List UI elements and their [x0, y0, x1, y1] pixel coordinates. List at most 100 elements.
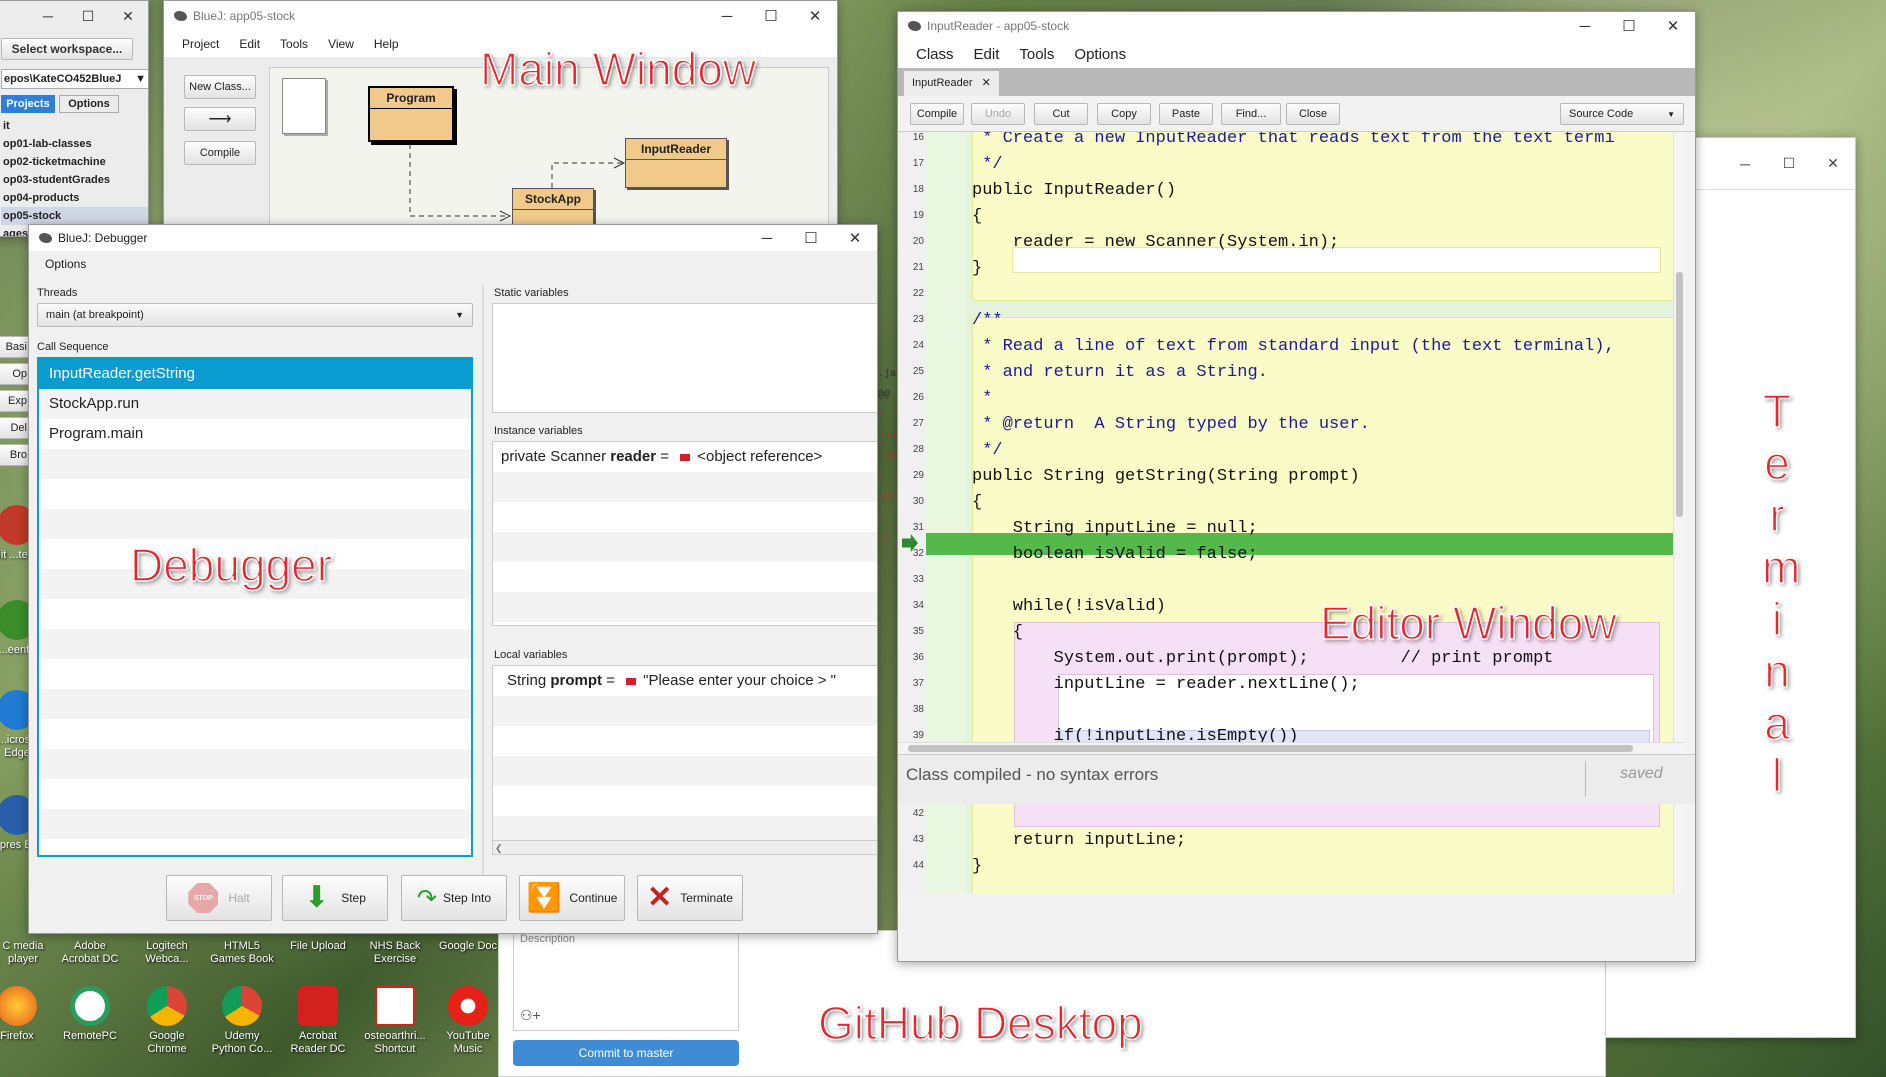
horizontal-scrollbar[interactable]: ❮ ❯ — [493, 840, 877, 854]
code-line: * — [972, 389, 993, 408]
add-coauthor-icon[interactable]: ⚇+ — [520, 1007, 541, 1024]
view-select[interactable]: Source Code ▼ — [1560, 103, 1684, 125]
desktop-icon-html5-book[interactable]: HTML5 Games Book — [209, 940, 275, 966]
desktop-icon-google-doc[interactable]: Google Doc — [435, 940, 501, 953]
panel-divider[interactable] — [482, 285, 484, 885]
desktop-icon-firefox[interactable]: Firefox — [0, 986, 50, 1043]
desktop-icon-nhs[interactable]: NHS Back Exercise — [362, 940, 428, 966]
new-class-button[interactable]: New Class... — [184, 75, 256, 99]
tab-options[interactable]: Options — [59, 95, 119, 113]
maximize-icon[interactable]: ☐ — [1607, 17, 1651, 35]
desktop-icon-chrome[interactable]: Google Chrome — [134, 986, 200, 1056]
project-item[interactable]: op01-lab-classes — [1, 135, 148, 153]
desktop-icon-acrobat-dc[interactable]: Adobe Acrobat DC — [57, 940, 123, 966]
continue-button[interactable]: ⏬ Continue — [519, 875, 625, 921]
close-button[interactable]: Close — [1286, 103, 1340, 125]
step-into-button[interactable]: ↷ Step Into — [401, 875, 507, 921]
thread-select[interactable]: main (at breakpoint) ▼ — [37, 303, 473, 327]
minimize-icon[interactable]: ─ — [705, 8, 749, 25]
commit-label: Commit to master — [578, 1046, 674, 1060]
desktop-icon-pdf-shortcut[interactable]: osteoarthri... Shortcut — [362, 986, 428, 1056]
close-icon[interactable]: ✕ — [1811, 155, 1855, 172]
chrome-icon — [147, 986, 187, 1026]
close-tab-icon[interactable]: ✕ — [982, 77, 991, 89]
minimize-icon[interactable]: ─ — [1563, 18, 1607, 35]
scroll-thumb[interactable] — [1676, 272, 1683, 517]
call-item-selected[interactable]: InputReader.getString — [39, 359, 471, 389]
close-icon[interactable]: ✕ — [1651, 17, 1695, 35]
halt-button[interactable]: STOP Halt — [166, 875, 272, 921]
overlay-github-desktop: GitHub Desktop — [817, 996, 1143, 1050]
menu-tools[interactable]: Tools — [1009, 46, 1064, 63]
continue-icon: ⏬ — [526, 882, 562, 913]
desktop-icon-remotepc[interactable]: RemotePC — [57, 986, 123, 1043]
cut-button[interactable]: Cut — [1034, 103, 1088, 125]
desktop-icon-youtube-music[interactable]: YouTube Music — [435, 986, 501, 1056]
project-item[interactable]: op04-products — [1, 189, 148, 207]
project-item[interactable]: it — [1, 117, 148, 135]
desktop-icon-acrobat-reader[interactable]: Acrobat Reader DC — [285, 986, 351, 1056]
code-line: /** — [972, 311, 1003, 330]
workspace-label: Select workspace... — [11, 42, 123, 56]
desktop-icon-logitech[interactable]: Logitech Webca... — [134, 940, 200, 966]
desktop-icon-file-upload[interactable]: File Upload — [285, 940, 351, 953]
desktop-icon-vlc[interactable]: C media player — [0, 940, 56, 966]
close-icon[interactable]: ✕ — [793, 7, 837, 25]
horizontal-scrollbar[interactable] — [898, 742, 1685, 754]
maximize-icon[interactable]: ☐ — [789, 229, 833, 247]
compile-button[interactable]: Compile — [910, 103, 964, 125]
menu-options[interactable]: Options — [45, 257, 86, 271]
tab-inputreader[interactable]: InputReader ✕ — [904, 71, 999, 96]
bluej-main-window[interactable]: BlueJ: app05-stock ─ ☐ ✕ Project Edit To… — [163, 0, 838, 235]
undo-button[interactable]: Undo — [971, 103, 1025, 125]
call-sequence-list[interactable]: InputReader.getString StockApp.run Progr… — [37, 357, 473, 857]
call-item[interactable]: Program.main — [39, 419, 471, 449]
step-button[interactable]: ⬇ Step — [282, 875, 388, 921]
copy-button[interactable]: Copy — [1097, 103, 1151, 125]
instance-variables-panel[interactable]: private Scanner reader = <object referen… — [492, 441, 877, 626]
project-item-selected[interactable]: op05-stock — [1, 207, 148, 225]
menu-options[interactable]: Options — [1064, 46, 1136, 63]
close-icon[interactable]: ✕ — [108, 8, 148, 25]
partial-label: Del — [10, 422, 27, 434]
diff-line: - — [878, 512, 885, 524]
new-arrow-button[interactable]: ⟶ — [184, 107, 256, 131]
description-field[interactable]: Description ⚇+ — [513, 931, 739, 1031]
maximize-icon[interactable]: ☐ — [68, 8, 108, 25]
minimize-icon[interactable]: ─ — [1723, 156, 1767, 172]
line-number: 23 — [912, 314, 924, 325]
workspace-path-select[interactable]: epos\KateCO452BlueJ ▼ — [1, 69, 148, 89]
maximize-icon[interactable]: ☐ — [749, 7, 793, 25]
close-icon[interactable]: ✕ — [833, 229, 877, 247]
paste-button[interactable]: Paste — [1159, 103, 1213, 125]
scroll-thumb[interactable] — [908, 745, 1633, 752]
static-variables-panel[interactable] — [492, 303, 877, 413]
tab-projects[interactable]: Projects — [1, 95, 55, 113]
menu-edit[interactable]: Edit — [229, 37, 270, 51]
compile-button[interactable]: Compile — [184, 141, 256, 165]
commit-button[interactable]: Commit to master — [513, 1040, 739, 1066]
menu-tools[interactable]: Tools — [270, 37, 318, 51]
desktop-icon-udemy[interactable]: Udemy Python Co... — [209, 986, 275, 1056]
menu-class[interactable]: Class — [906, 46, 964, 63]
scroll-left-icon[interactable]: ❮ — [495, 841, 503, 854]
maximize-icon[interactable]: ☐ — [1767, 155, 1811, 172]
menu-view[interactable]: View — [318, 37, 364, 51]
menu-edit[interactable]: Edit — [964, 46, 1010, 63]
select-workspace-button[interactable]: Select workspace... — [1, 38, 133, 60]
menu-project[interactable]: Project — [172, 37, 229, 51]
instance-var-row[interactable]: private Scanner reader = <object referen… — [493, 442, 877, 472]
terminate-button[interactable]: ✕ Terminate — [637, 875, 743, 921]
bluej-projects-panel[interactable]: ─ ☐ ✕ Select workspace... epos\KateCO452… — [0, 0, 149, 237]
minimize-icon[interactable]: ─ — [745, 230, 789, 247]
minimize-icon[interactable]: ─ — [28, 8, 68, 24]
call-item[interactable]: StockApp.run — [39, 389, 471, 419]
find-button[interactable]: Find... — [1221, 103, 1281, 125]
project-item[interactable]: op02-ticketmachine — [1, 153, 148, 171]
menu-help[interactable]: Help — [364, 37, 409, 51]
local-var-row[interactable]: String prompt = "Please enter your choic… — [493, 666, 877, 696]
chrome-icon — [222, 986, 262, 1026]
editor-window[interactable]: InputReader - app05-stock ─ ☐ ✕ Class Ed… — [897, 11, 1696, 962]
local-variables-panel[interactable]: String prompt = "Please enter your choic… — [492, 665, 877, 855]
project-item[interactable]: op03-studentGrades — [1, 171, 148, 189]
